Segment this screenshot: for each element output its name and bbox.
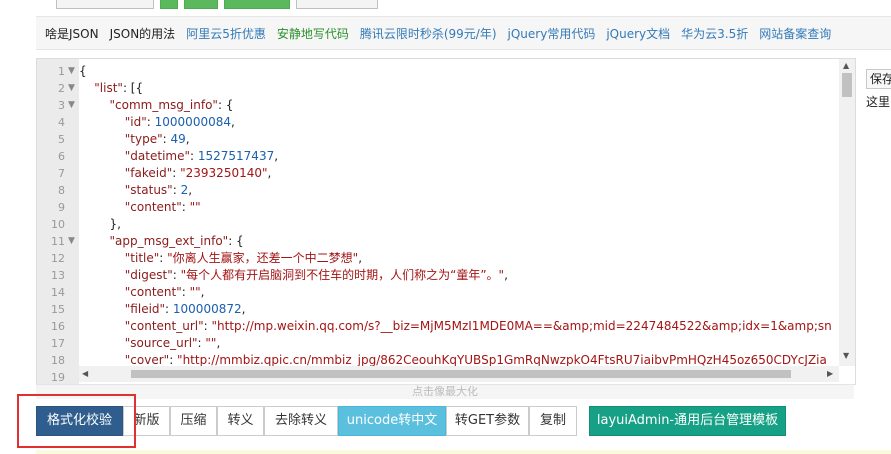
quick-links-bar: 啥是JSON JSON的用法 阿里云5折优惠 安静地写代码 腾讯云限时秒杀(99元/年)… [36,16,891,50]
right-panel-text: 这里 [866,95,891,109]
line-number: 15 [51,303,65,316]
line-number: 18 [51,354,65,367]
fold-toggle-icon[interactable]: ▼ [68,63,75,80]
nav-link[interactable]: 阿里云5折优惠 [186,25,266,42]
line-number: 14 [51,286,65,299]
line-number: 9 [58,201,65,214]
nav-link[interactable]: 华为云3.5折 [681,25,748,42]
line-number: 17 [51,337,65,350]
compress-button[interactable]: 压缩 [170,406,217,436]
code-text[interactable]: "content": "", [79,284,205,301]
code-line[interactable]: 12 "title": "你离人生赢家，还差一个中二梦想", [37,250,855,267]
top-button-partial[interactable] [296,0,378,9]
line-number: 4 [58,116,65,129]
code-text[interactable]: "status": 2, [79,182,192,199]
line-number: 8 [58,184,65,197]
code-line[interactable]: 13 "digest": "每个人都有开启脑洞到不住车的时期，人们称之为“童年”… [37,267,855,284]
line-number: 1 [58,65,65,78]
top-button-partial[interactable] [160,0,178,9]
code-line[interactable]: 4 "id": 1000000084, [37,114,855,131]
top-button-partial[interactable] [224,0,290,9]
code-line[interactable]: 9 "content": "" [37,199,855,216]
code-text[interactable]: "title": "你离人生赢家，还差一个中二梦想", [79,250,362,267]
nav-link[interactable]: 腾讯云限时秒杀(99元/年) [360,25,497,42]
code-line[interactable]: 10 }, [37,216,855,233]
code-line[interactable]: 15 "fileid": 100000872, [37,301,855,318]
scroll-right-icon[interactable]: ▶ [827,369,833,378]
unescape-button[interactable]: 去除转义 [264,406,338,436]
scroll-down-icon[interactable]: ▼ [843,351,849,360]
code-line[interactable]: 14 "content": "", [37,284,855,301]
code-text[interactable]: "app_msg_ext_info": { [79,233,244,250]
code-text[interactable]: "list": [{ [79,80,143,97]
nav-link[interactable]: 安静地写代码 [277,25,349,42]
nav-link[interactable]: 网站备案查询 [759,25,831,42]
page-root: 啥是JSON JSON的用法 阿里云5折优惠 安静地写代码 腾讯云限时秒杀(99元/年)… [0,0,891,454]
line-number: 16 [51,320,65,333]
code-text[interactable]: "type": 49, [79,131,190,148]
line-number: 10 [51,218,65,231]
code-line[interactable]: 11 ▼ "app_msg_ext_info": { [37,233,855,250]
highlight-box [17,394,136,448]
top-button-partial[interactable] [184,0,218,9]
escape-button[interactable]: 转义 [217,406,264,436]
to-get-params-button[interactable]: 转GET参数 [446,406,529,436]
layuiadmin-template-button[interactable]: layuiAdmin-通用后台管理模板 [589,406,786,436]
code-text[interactable]: "fakeid": "2393250140", [79,165,272,182]
code-text[interactable]: "datetime": 1527517437, [79,148,278,165]
code-text[interactable]: "content_url": "http://mp.weixin.qq.com/… [79,318,832,335]
fold-toggle-icon[interactable]: ▼ [68,233,75,250]
copy-button[interactable]: 复制 [529,406,577,436]
code-line[interactable]: 5 "type": 49, [37,131,855,148]
scroll-up-icon[interactable]: ▲ [843,61,849,70]
json-editor[interactable]: 1 ▼{2 ▼ "list": [{3 ▼ "comm_msg_info": {4 "… [36,58,856,385]
code-line[interactable]: 8 "status": 2, [37,182,855,199]
nav-link[interactable]: jQuery常用代码 [508,25,596,42]
code-line[interactable]: 1 ▼{ [37,63,855,80]
save-button-partial[interactable]: 保存 [866,69,891,89]
code-line[interactable]: 3 ▼ "comm_msg_info": { [37,97,855,114]
line-number: 7 [58,167,65,180]
line-number: 19 [51,371,65,384]
scroll-left-icon[interactable]: ◀ [82,369,88,378]
top-toolbar-partial [0,0,891,10]
quick-links: 啥是JSON JSON的用法 阿里云5折优惠 安静地写代码 腾讯云限时秒杀(99元/年)… [45,25,842,42]
code-text[interactable]: "digest": "每个人都有开启脑洞到不住车的时期，人们称之为“童年”。", [79,267,508,284]
code-text[interactable]: "content": "" [79,199,201,216]
fold-toggle-icon[interactable]: ▼ [68,80,75,97]
line-number: 6 [58,150,65,163]
line-number: 13 [51,269,65,282]
code-text[interactable]: "source_url": "", [79,335,221,352]
vertical-scroll-thumb[interactable] [842,73,852,97]
fold-toggle-icon[interactable]: ▼ [68,97,75,114]
code-line[interactable]: 2 ▼ "list": [{ [37,80,855,97]
code-text[interactable]: }, [79,216,121,233]
nav-link[interactable]: jQuery文档 [606,25,670,42]
unicode-to-chinese-button[interactable]: unicode转中文 [338,406,446,436]
code-line[interactable]: 17 "source_url": "", [37,335,855,352]
code-text[interactable]: "comm_msg_info": { [79,97,234,114]
line-number: 2 [58,82,65,95]
code-text[interactable]: { [79,63,87,80]
code-text[interactable]: "id": 1000000084, [79,114,235,131]
vertical-scrollbar[interactable]: ▲ ▼ [839,59,855,366]
code-text[interactable]: "fileid": 100000872, [79,301,246,318]
code-line[interactable]: 16 "content_url": "http://mp.weixin.qq.c… [37,318,855,335]
nav-link[interactable]: 啥是JSON [45,25,99,42]
line-number: 12 [51,252,65,265]
horizontal-scrollbar[interactable]: ◀ ▶ [79,366,839,382]
horizontal-scroll-thumb[interactable] [131,370,791,378]
top-button-partial[interactable] [56,0,154,9]
nav-link[interactable]: JSON的用法 [110,25,176,42]
line-number: 11 [51,235,65,248]
code-line[interactable]: 6 "datetime": 1527517437, [37,148,855,165]
maximize-hint[interactable]: 点击像最大化 [36,384,854,399]
line-number: 5 [58,133,65,146]
line-number: 3 [58,99,65,112]
bottom-strip [36,450,891,454]
code-line[interactable]: 7 "fakeid": "2393250140", [37,165,855,182]
code-lines[interactable]: 1 ▼{2 ▼ "list": [{3 ▼ "comm_msg_info": {4 "… [37,63,855,384]
